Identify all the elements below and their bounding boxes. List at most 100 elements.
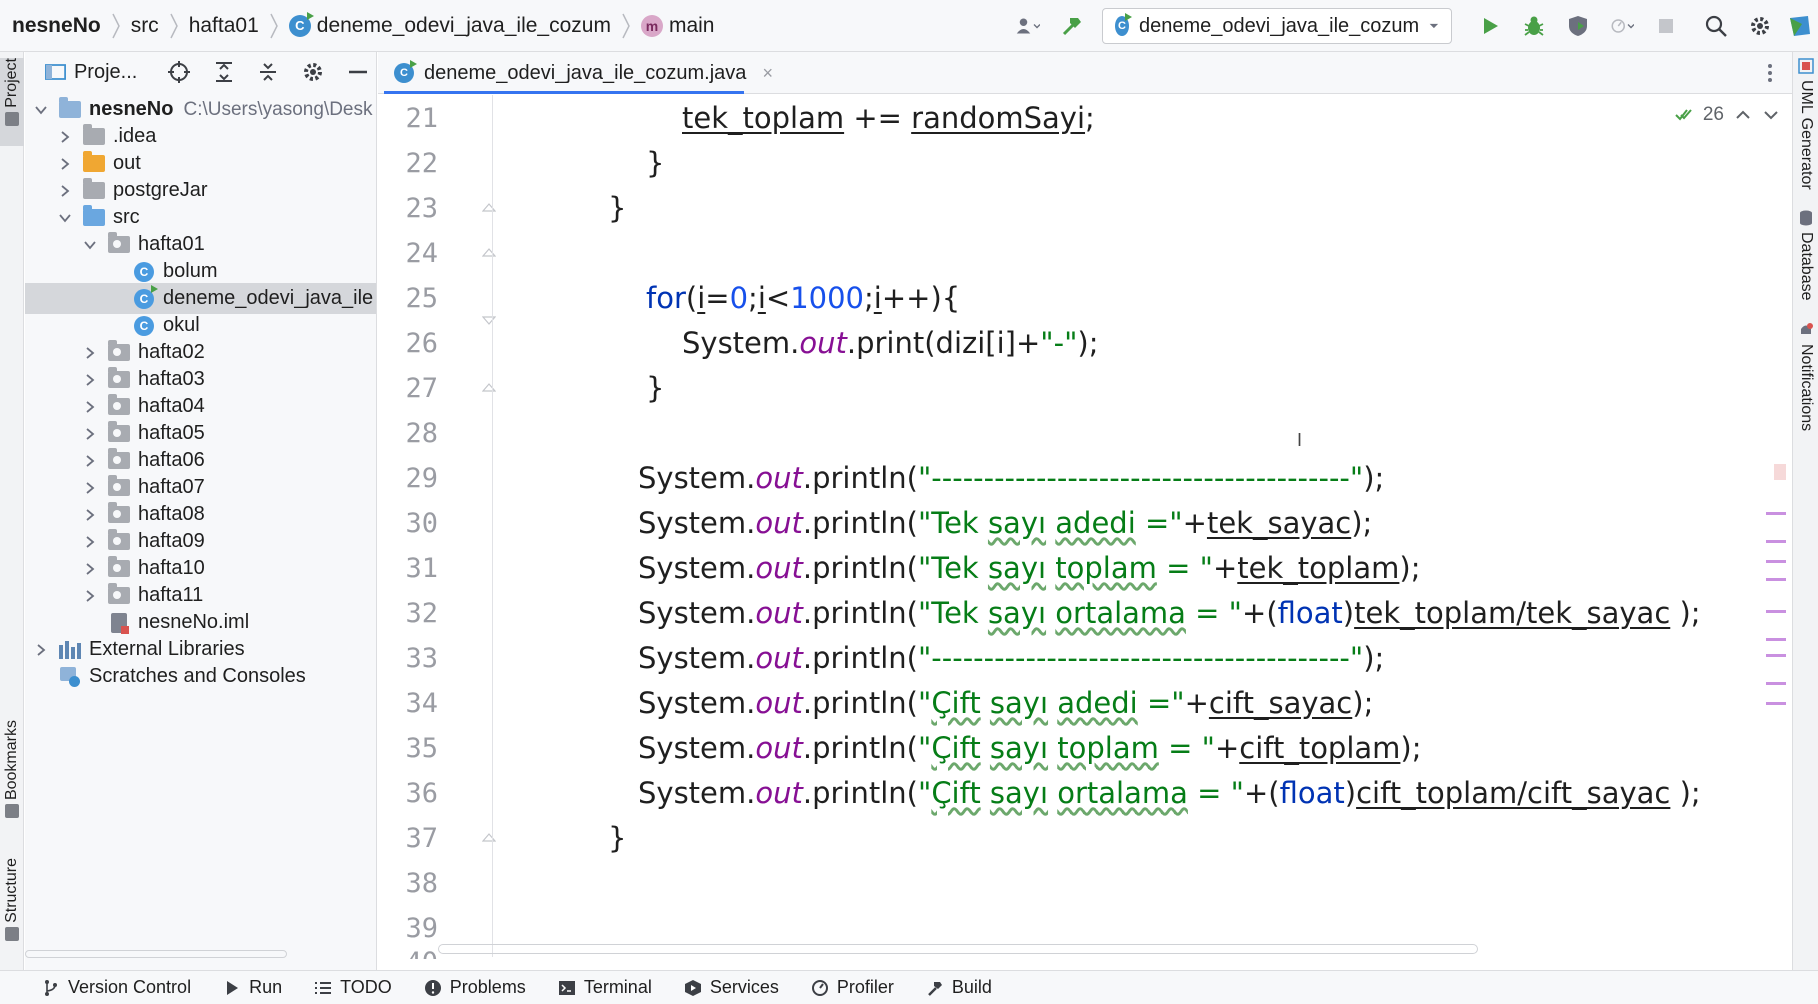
code-token: .println( [802, 686, 918, 720]
code-token: = " [1158, 731, 1215, 765]
run-configuration-select[interactable]: C deneme_odevi_java_ile_cozum [1102, 8, 1452, 44]
java-class-icon: C [288, 11, 314, 37]
tool-tab-database[interactable]: Database [1793, 210, 1818, 301]
tool-problems[interactable]: Problems [424, 977, 526, 998]
java-class-icon: C [133, 284, 158, 309]
chevron-right-icon[interactable] [82, 480, 98, 496]
tool-tab-bookmarks[interactable]: Bookmarks [0, 720, 24, 826]
package-icon [108, 394, 130, 417]
breadcrumb: nesneNo src hafta01 Cdeneme_odevi_java_i… [0, 0, 715, 52]
panel-settings-button[interactable] [295, 54, 332, 90]
search-everywhere-button[interactable] [1694, 6, 1738, 46]
code-token: adedi [1057, 686, 1138, 720]
coverage-button[interactable] [1556, 6, 1600, 46]
chevron-right-icon[interactable] [57, 156, 73, 172]
java-class-icon: C [133, 261, 155, 282]
code-token: .print(dizi[i]+ [846, 326, 1041, 360]
editor-horizontal-scrollbar[interactable] [438, 944, 1478, 954]
code-token: "Tek [917, 506, 988, 540]
code-token: out [755, 731, 803, 765]
code-token: + [1212, 551, 1238, 585]
settings-button[interactable] [1738, 6, 1782, 46]
chevron-down-icon[interactable] [57, 210, 73, 226]
code-token: for [646, 281, 686, 315]
project-view-title[interactable]: Proje... [74, 61, 153, 84]
tool-tab-label: Project [3, 58, 20, 108]
breadcrumb-package[interactable]: hafta01 [189, 14, 259, 38]
collapse-all-button[interactable] [250, 54, 287, 90]
tool-label: Profiler [836, 977, 894, 997]
editor-tab-deneme-odevi[interactable]: C deneme_odevi_java_ile_cozum.java × [388, 52, 779, 94]
code-token: sayı [987, 551, 1047, 585]
chevron-right-icon[interactable] [57, 129, 73, 145]
chevron-right-icon[interactable] [82, 453, 98, 469]
tool-services[interactable]: Services [684, 977, 779, 998]
code-token: ) [1344, 776, 1357, 810]
chevron-right-icon[interactable] [82, 534, 98, 550]
tool-version-control[interactable]: Version Control [42, 977, 191, 998]
code-token: tek_toplam/tek_sayac [1354, 596, 1671, 630]
chevron-right-icon[interactable] [82, 399, 98, 415]
inspection-widget[interactable]: 26 [1675, 104, 1780, 126]
profile-button[interactable] [1600, 6, 1644, 46]
run-button[interactable] [1468, 6, 1512, 46]
close-icon[interactable]: × [762, 63, 773, 84]
tool-build[interactable]: Build [926, 977, 992, 998]
chevron-down-icon[interactable] [82, 237, 98, 253]
tool-label: Terminal [583, 977, 652, 997]
code-token: ortalama [1057, 776, 1188, 810]
code-token: toplam [1057, 731, 1159, 765]
code-token: " [917, 731, 932, 765]
module-folder-icon [59, 97, 81, 120]
tool-tab-structure[interactable]: Structure [0, 858, 24, 958]
breadcrumb-class[interactable]: Cdeneme_odevi_java_ile_cozum [288, 11, 611, 38]
tool-tab-uml-generator[interactable]: UML Generator [1793, 58, 1818, 190]
run-configuration-label: deneme_odevi_java_ile_cozum [1139, 14, 1420, 37]
chevron-right-icon[interactable] [82, 561, 98, 577]
bookmark-icon [5, 804, 19, 819]
debug-button[interactable] [1512, 6, 1556, 46]
bug-icon [1524, 16, 1544, 36]
chevron-right-icon[interactable] [82, 372, 98, 388]
chevron-right-icon[interactable] [33, 642, 49, 658]
stop-button[interactable] [1644, 6, 1688, 46]
tool-profiler[interactable]: Profiler [811, 977, 894, 998]
code-area[interactable]: tek_toplam += randomSayi; } } for(i=0;i<… [378, 95, 1792, 957]
chevron-right-icon[interactable] [82, 426, 98, 442]
tool-tab-notifications[interactable]: Notifications [1793, 322, 1818, 431]
tool-tab-project[interactable]: Project [0, 58, 24, 146]
tool-run[interactable]: Run [223, 977, 282, 998]
tool-todo[interactable]: TODO [314, 977, 392, 998]
locate-file-button[interactable] [161, 54, 198, 90]
code-line-33: System.out.println("--------------------… [638, 641, 1384, 686]
code-token: +( [1243, 776, 1280, 810]
editor-scroll-thumb[interactable] [1774, 464, 1786, 480]
more-tabs-button[interactable] [1758, 60, 1782, 86]
error-stripe[interactable] [1766, 512, 1786, 742]
double-check-icon [1675, 109, 1692, 121]
project-horizontal-scrollbar[interactable] [25, 950, 287, 958]
chevron-right-icon[interactable] [57, 183, 73, 199]
chevron-down-icon[interactable] [33, 102, 49, 118]
expand-all-button[interactable] [205, 54, 242, 90]
tool-terminal[interactable]: Terminal [558, 977, 652, 998]
tree-item-label: Scratches and Consoles [89, 665, 306, 687]
chevron-up-icon[interactable] [1734, 106, 1752, 124]
code-token: ) [1342, 596, 1355, 630]
chevron-right-icon[interactable] [82, 345, 98, 361]
account-button[interactable] [1006, 6, 1050, 46]
ide-logo-button[interactable] [1782, 6, 1818, 46]
tree-item-scratches[interactable]: Scratches and Consoles [25, 661, 376, 692]
hide-panel-button[interactable] [339, 54, 376, 90]
breadcrumb-method[interactable]: m main [640, 14, 715, 38]
chevron-right-icon[interactable] [82, 588, 98, 604]
chevron-right-icon[interactable] [82, 507, 98, 523]
build-button[interactable] [1050, 6, 1094, 46]
chevron-down-icon[interactable] [1762, 106, 1780, 124]
tree-item-label: out [113, 152, 141, 174]
breadcrumb-project[interactable]: nesneNo [12, 14, 101, 38]
tree-item-label: hafta09 [138, 530, 205, 552]
breadcrumb-src[interactable]: src [131, 14, 159, 38]
